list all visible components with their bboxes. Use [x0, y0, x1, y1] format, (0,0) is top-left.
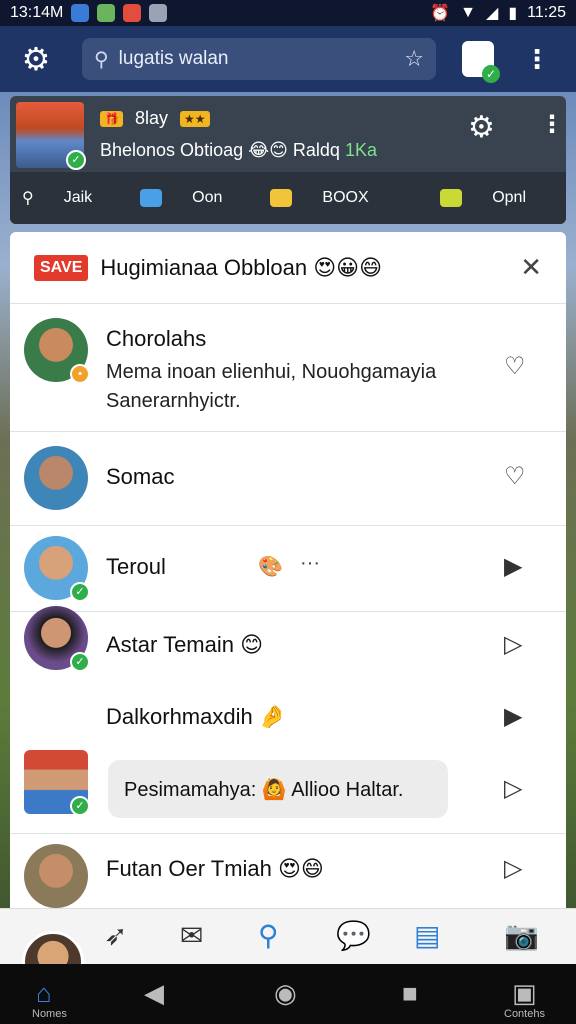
send-outline-icon[interactable]: ▷ [504, 854, 522, 883]
home-circle-icon[interactable]: ◉ [274, 978, 297, 1009]
notification-main-text: Bhelonos Obtioag 😂😊 Raldq [100, 140, 340, 160]
contact-name: Teroul [106, 554, 166, 579]
save-badge[interactable]: SAVE [34, 254, 89, 281]
wifi-icon: ▼ [460, 4, 477, 21]
search-icon[interactable]: ⚲ [258, 919, 279, 952]
heart-icon[interactable]: ♡ [504, 352, 526, 381]
bubble-text: Pesimamahya: 🙆 Allioo Haltar. [124, 778, 404, 801]
magnifier-icon: ⚲ [22, 190, 34, 207]
action-oon[interactable]: Oon [140, 189, 246, 207]
contact-name: Astar Temain 😊 [106, 632, 264, 657]
chat-row[interactable]: ✓ Teroul 🎨 ··· ▶ [10, 526, 566, 612]
trophy-icon: ★★ [179, 110, 210, 127]
message-preview: Mema inoan elienhui, Nouohgamayia Sanera… [106, 361, 437, 412]
emoji-sticker-icon: 🎨 [258, 556, 283, 578]
battery-icon: ▮ [508, 5, 518, 22]
clock-left: 13:14M [10, 4, 64, 21]
inbox-icon[interactable]: ✉ [180, 919, 203, 952]
camera-icon[interactable]: 📷 [504, 919, 539, 952]
lock-notification-icon [149, 4, 168, 22]
verified-check-icon: ✓ [482, 65, 500, 83]
chat-row[interactable]: • Chorolahs Mema inoan elienhui, Nouohga… [10, 304, 566, 432]
notification-text: Bhelonos Obtioag 😂😊 Raldq 1Ka [100, 140, 377, 161]
avatar: ✓ [24, 606, 90, 672]
send-outline-icon[interactable]: ▷ [504, 630, 522, 659]
system-nav-bar: ⌂ Nomes ◀ ◉ ■ ▣ Contehs [0, 964, 576, 1024]
sticker-icon [440, 189, 463, 207]
avatar: ✓ [24, 536, 90, 602]
notification-more-icon[interactable]: ⋮ [540, 110, 564, 139]
notification-settings-icon[interactable]: ⚙ [468, 110, 495, 145]
avatar [24, 446, 88, 510]
search-icon: ⚲ [94, 48, 109, 71]
feed-icon[interactable]: ▤ [414, 919, 440, 952]
recents-icon[interactable]: ■ [402, 978, 418, 1009]
home-label: Nomes [32, 1008, 67, 1020]
signal-icon: ◢ [486, 5, 499, 22]
heart-icon[interactable]: ♡ [504, 462, 526, 491]
contact-name: Chorolahs [106, 326, 207, 351]
chat-row[interactable]: ✓ Astar Temain 😊 ▷ [10, 606, 566, 682]
status-bar: 13:14M ⏰ ▼ ◢ ▮ 11:25 [0, 0, 576, 26]
account-icon[interactable]: ✓ [462, 41, 500, 83]
action-search[interactable]: ⚲ Jaik [22, 188, 116, 208]
typing-indicator: ··· [300, 552, 320, 574]
message-bubble[interactable]: Pesimamahya: 🙆 Allioo Haltar. [108, 760, 448, 818]
verified-check-icon: ✓ [66, 150, 86, 170]
contents-icon[interactable]: ▣ [512, 978, 537, 1009]
settings-gear-icon[interactable]: ⚙ [14, 37, 58, 81]
close-icon[interactable]: ✕ [520, 252, 542, 283]
contact-name: Dalkorhmaxdih 🤌 [106, 704, 287, 729]
send-icon[interactable]: ▶ [504, 552, 522, 581]
notification-avatar: ✓ [16, 102, 86, 170]
chat-panel: SAVE Hugimianaa Obbloan 😍😀😄 ✕ • Chorolah… [10, 232, 566, 908]
avatar [24, 844, 88, 908]
send-outline-icon[interactable]: ▷ [504, 774, 522, 803]
gift-icon: 🎁 [100, 110, 123, 127]
chat-row[interactable]: Somac ♡ [10, 432, 566, 526]
avatar: ✓ [24, 750, 90, 816]
notification-tag: 8lay [134, 108, 168, 128]
home-icon[interactable]: ⌂ [36, 978, 52, 1009]
game-notification-icon [97, 4, 116, 22]
bottom-app-bar: ➶ ✉ ⚲ 💬 ▤ 📷 [0, 908, 576, 993]
bird-icon [140, 189, 163, 207]
chat-row[interactable]: Futan Oer Tmiah 😍😄 ▷ [10, 834, 566, 908]
send-icon[interactable]: ▶ [504, 702, 522, 731]
search-text: lugatis walan [118, 48, 229, 69]
notification-count: 1Ka [344, 140, 377, 160]
contents-label: Contehs [504, 1008, 545, 1020]
contact-name: Somac [106, 464, 175, 489]
contact-name: Futan Oer Tmiah 😍😄 [106, 856, 324, 881]
avatar: • [24, 318, 90, 384]
search-field[interactable]: ⚲ lugatis walan ☆ [82, 38, 436, 80]
action-box[interactable]: BOOX [270, 189, 392, 207]
action-open[interactable]: Opnl [440, 189, 550, 207]
notification-card[interactable]: ✓ 🎁 8lay ★★ Bhelonos Obtioag 😂😊 Raldq 1K… [10, 96, 566, 224]
alarm-icon: ⏰ [430, 5, 451, 22]
clock-right: 11:25 [527, 4, 566, 21]
chat-bubble-icon[interactable]: 💬 [336, 919, 371, 952]
notification-action-bar: ⚲ Jaik Oon BOOX Opnl [10, 172, 566, 224]
more-menu-icon[interactable]: ⋮ [524, 44, 550, 75]
panel-title: Hugimianaa Obbloan 😍😀😄 [100, 254, 382, 280]
top-app-bar: ⚙ ⚲ lugatis walan ☆ ✓ ⋮ [0, 26, 576, 92]
chat-row[interactable]: ✓ Dalkorhmaxdih 🤌 ▶ Pesimamahya: 🙆 Allio… [10, 682, 566, 834]
chat-notification-icon [123, 4, 142, 22]
star-icon[interactable]: ☆ [404, 46, 424, 72]
app-notification-icon [71, 4, 90, 22]
back-icon[interactable]: ◀ [144, 978, 164, 1009]
panel-header: SAVE Hugimianaa Obbloan 😍😀😄 ✕ [10, 232, 566, 304]
box-icon [270, 189, 293, 207]
feather-icon[interactable]: ➶ [104, 919, 127, 952]
